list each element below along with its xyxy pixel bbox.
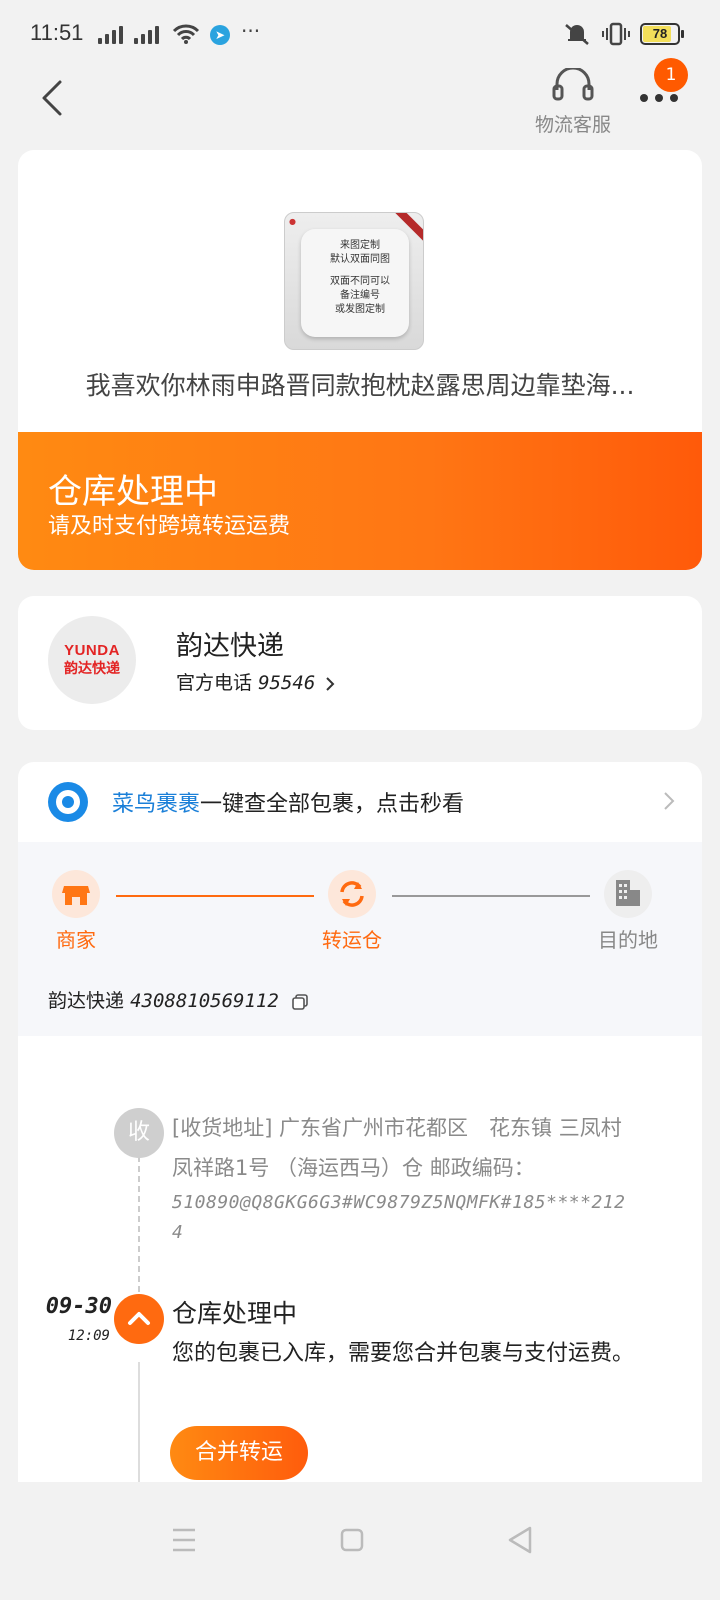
building-icon [604,870,652,918]
signal-icon-2 [134,24,159,44]
product-card[interactable]: ● 来图定制 默认双面同图 双面不同可以 备注编号 或发图定制 我喜欢你林雨申路… [18,150,702,570]
notification-badge: 1 [654,58,688,92]
receive-address-icon: 收 [114,1108,164,1158]
clock: 11:51 [30,20,84,45]
timeline-connector [138,1146,140,1292]
address-text: [收货地址] 广东省广州市花都区 花东镇 三凤村凤祥路1号 （海运西马）仓 邮政… [172,1116,622,1180]
courier-name: 韵达快递 [176,631,284,662]
shop-logo: ● [289,217,296,226]
logistics-progress: 商家 转运仓 目的地 韵达快递 4308810569112 [18,842,702,1036]
yunda-logo: YUNDA 韵达快递 [48,616,136,704]
chevron-right-icon [326,676,335,691]
more-notifications-icon: ··· [241,19,261,43]
event-time: 12:09 [67,1328,110,1344]
step-label: 商家 [56,928,96,952]
image-line: 来图定制 [340,240,380,251]
step-transit-warehouse: 转运仓 [312,870,392,953]
status-title: 仓库处理中 [48,472,218,512]
logo-text-cn: 韵达快递 [64,661,120,677]
battery-level: 78 [652,26,668,41]
tracking-card: 菜鸟裹裹一键查全部包裹，点击秒看 商家 转运仓 目的地 韵达快递 4308810… [18,762,702,1522]
logo-text-en: YUNDA [64,642,120,659]
receive-address: [收货地址] 广东省广州市花都区 花东镇 三凤村凤祥路1号 （海运西马）仓 邮政… [172,1108,628,1248]
step-destination: 目的地 [588,870,668,953]
home-icon[interactable] [322,1510,382,1570]
tracking-number-row: 韵达快递 4308810569112 [48,986,309,1013]
image-line: 双面不同可以 [330,276,390,287]
product-image-text: 来图定制 默认双面同图 双面不同可以 备注编号 或发图定制 [303,239,417,317]
battery-icon: 78 [640,23,684,45]
headset-icon [552,66,594,101]
address-code: 510890@Q8GKG6G3#WC9879Z5NQMFK#185****212… [172,1192,626,1243]
progress-line-pending [392,895,590,897]
product-image[interactable]: ● 来图定制 默认双面同图 双面不同可以 备注编号 或发图定制 [284,212,424,350]
refresh-icon [328,870,376,918]
telegram-icon: ➤ [210,25,230,45]
merge-transfer-button[interactable]: 合并转运 [170,1426,308,1480]
copy-icon[interactable] [291,993,309,1011]
step-label: 转运仓 [322,928,382,952]
back-nav-icon[interactable] [490,1510,550,1570]
cainiao-text: 菜鸟裹裹一键查全部包裹，点击秒看 [112,786,464,818]
cainiao-banner[interactable]: 菜鸟裹裹一键查全部包裹，点击秒看 [18,762,702,842]
step-label: 目的地 [598,928,658,952]
logistics-service-button[interactable]: 物流客服 [530,66,616,137]
back-button[interactable] [34,78,74,118]
event-date: 09-30 [45,1294,112,1319]
cainiao-icon [48,782,88,822]
signal-icon [98,24,123,44]
system-nav-bar [0,1482,720,1600]
courier-phone-link[interactable]: 官方电话 95546 [176,668,337,695]
chevron-up-icon[interactable] [114,1294,164,1344]
store-icon [52,870,100,918]
step-merchant: 商家 [36,870,116,953]
menu-icon[interactable] [154,1510,214,1570]
event-title: 仓库处理中 [172,1299,298,1328]
status-bar: 11:51 ➤ ··· 78 [0,0,720,70]
courier-card: YUNDA 韵达快递 韵达快递 官方电话 95546 [18,596,702,730]
product-title[interactable]: 我喜欢你林雨申路晋同款抱枕赵露思周边靠垫海... [18,366,702,402]
event-description: 您的包裹已入库，需要您合并包裹与支付运费。 [172,1341,635,1366]
tracking-courier: 韵达快递 [48,990,125,1012]
cainiao-brand: 菜鸟裹裹 [112,792,201,817]
tracking-number: 4308810569112 [130,990,279,1012]
phone-number: 95546 [258,672,316,694]
progress-line-done [116,895,314,897]
mute-icon [565,24,589,45]
phone-label: 官方电话 [176,672,253,694]
status-banner: 仓库处理中 请及时支付跨境转运运费 [18,432,702,570]
vibrate-icon [602,22,630,46]
image-line: 备注编号 [340,290,380,301]
image-line: 或发图定制 [335,304,385,315]
image-line: 默认双面同图 [330,254,390,265]
cainiao-message: 一键查全部包裹，点击秒看 [200,792,465,817]
wifi-icon [172,24,200,44]
chevron-right-icon [664,792,675,810]
service-label: 物流客服 [534,114,611,136]
status-subtitle: 请及时支付跨境转运运费 [48,514,291,539]
